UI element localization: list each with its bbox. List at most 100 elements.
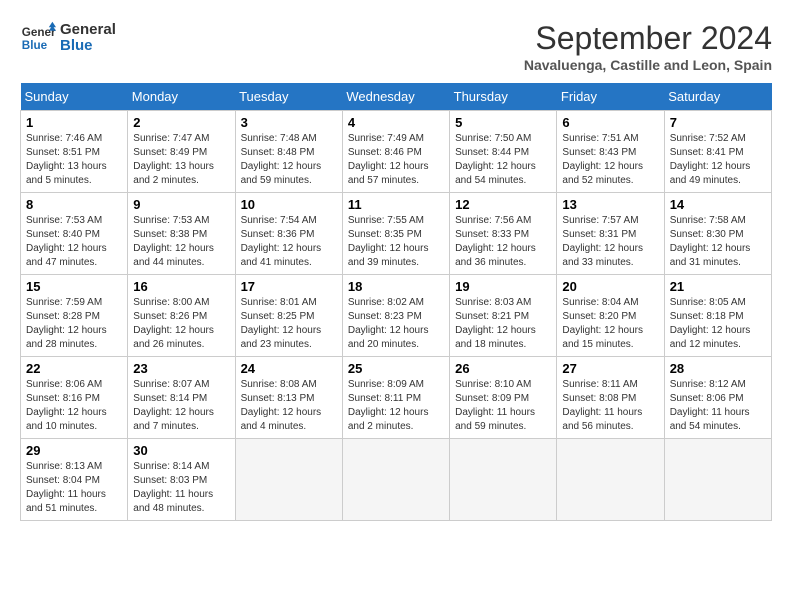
day-detail: Sunrise: 7:53 AMSunset: 8:38 PMDaylight:…: [133, 215, 214, 268]
day-number: 30: [133, 443, 229, 458]
day-detail: Sunrise: 8:04 AMSunset: 8:20 PMDaylight:…: [562, 297, 643, 350]
day-detail: Sunrise: 8:03 AMSunset: 8:21 PMDaylight:…: [455, 297, 536, 350]
logo: General Blue General Blue: [20, 20, 116, 56]
calendar-cell: [450, 439, 557, 521]
day-number: 11: [348, 197, 444, 212]
calendar-cell: [342, 439, 449, 521]
day-detail: Sunrise: 7:54 AMSunset: 8:36 PMDaylight:…: [241, 215, 322, 268]
svg-text:Blue: Blue: [22, 39, 48, 52]
calendar-cell: 30 Sunrise: 8:14 AMSunset: 8:03 PMDaylig…: [128, 439, 235, 521]
calendar-cell: 1 Sunrise: 7:46 AMSunset: 8:51 PMDayligh…: [21, 111, 128, 193]
calendar-cell: 8 Sunrise: 7:53 AMSunset: 8:40 PMDayligh…: [21, 193, 128, 275]
day-detail: Sunrise: 8:00 AMSunset: 8:26 PMDaylight:…: [133, 297, 214, 350]
calendar-cell: 18 Sunrise: 8:02 AMSunset: 8:23 PMDaylig…: [342, 275, 449, 357]
day-header-sunday: Sunday: [21, 83, 128, 111]
day-detail: Sunrise: 8:08 AMSunset: 8:13 PMDaylight:…: [241, 379, 322, 432]
week-row-2: 8 Sunrise: 7:53 AMSunset: 8:40 PMDayligh…: [21, 193, 772, 275]
day-number: 10: [241, 197, 337, 212]
day-header-wednesday: Wednesday: [342, 83, 449, 111]
calendar-cell: 10 Sunrise: 7:54 AMSunset: 8:36 PMDaylig…: [235, 193, 342, 275]
calendar-cell: [664, 439, 771, 521]
calendar-cell: 13 Sunrise: 7:57 AMSunset: 8:31 PMDaylig…: [557, 193, 664, 275]
day-detail: Sunrise: 7:46 AMSunset: 8:51 PMDaylight:…: [26, 133, 107, 186]
calendar-cell: 20 Sunrise: 8:04 AMSunset: 8:20 PMDaylig…: [557, 275, 664, 357]
calendar-cell: 5 Sunrise: 7:50 AMSunset: 8:44 PMDayligh…: [450, 111, 557, 193]
calendar-body: 1 Sunrise: 7:46 AMSunset: 8:51 PMDayligh…: [21, 111, 772, 521]
day-number: 5: [455, 115, 551, 130]
day-header-saturday: Saturday: [664, 83, 771, 111]
day-header-monday: Monday: [128, 83, 235, 111]
day-number: 9: [133, 197, 229, 212]
day-number: 25: [348, 361, 444, 376]
calendar-cell: 3 Sunrise: 7:48 AMSunset: 8:48 PMDayligh…: [235, 111, 342, 193]
calendar-cell: 29 Sunrise: 8:13 AMSunset: 8:04 PMDaylig…: [21, 439, 128, 521]
day-number: 15: [26, 279, 122, 294]
day-number: 14: [670, 197, 766, 212]
day-number: 18: [348, 279, 444, 294]
day-number: 21: [670, 279, 766, 294]
day-number: 2: [133, 115, 229, 130]
title-area: September 2024 Navaluenga, Castille and …: [524, 20, 772, 73]
main-title: September 2024: [524, 20, 772, 57]
calendar-cell: 16 Sunrise: 8:00 AMSunset: 8:26 PMDaylig…: [128, 275, 235, 357]
day-detail: Sunrise: 8:05 AMSunset: 8:18 PMDaylight:…: [670, 297, 751, 350]
calendar-cell: 6 Sunrise: 7:51 AMSunset: 8:43 PMDayligh…: [557, 111, 664, 193]
calendar-cell: 12 Sunrise: 7:56 AMSunset: 8:33 PMDaylig…: [450, 193, 557, 275]
day-detail: Sunrise: 8:02 AMSunset: 8:23 PMDaylight:…: [348, 297, 429, 350]
day-detail: Sunrise: 7:58 AMSunset: 8:30 PMDaylight:…: [670, 215, 751, 268]
day-detail: Sunrise: 8:09 AMSunset: 8:11 PMDaylight:…: [348, 379, 429, 432]
day-detail: Sunrise: 8:01 AMSunset: 8:25 PMDaylight:…: [241, 297, 322, 350]
day-header-tuesday: Tuesday: [235, 83, 342, 111]
day-number: 28: [670, 361, 766, 376]
day-detail: Sunrise: 8:10 AMSunset: 8:09 PMDaylight:…: [455, 379, 535, 432]
day-detail: Sunrise: 8:14 AMSunset: 8:03 PMDaylight:…: [133, 461, 213, 514]
calendar-cell: 11 Sunrise: 7:55 AMSunset: 8:35 PMDaylig…: [342, 193, 449, 275]
day-number: 22: [26, 361, 122, 376]
day-detail: Sunrise: 7:59 AMSunset: 8:28 PMDaylight:…: [26, 297, 107, 350]
calendar-cell: 17 Sunrise: 8:01 AMSunset: 8:25 PMDaylig…: [235, 275, 342, 357]
day-number: 16: [133, 279, 229, 294]
day-detail: Sunrise: 7:50 AMSunset: 8:44 PMDaylight:…: [455, 133, 536, 186]
day-number: 29: [26, 443, 122, 458]
calendar-cell: 19 Sunrise: 8:03 AMSunset: 8:21 PMDaylig…: [450, 275, 557, 357]
day-detail: Sunrise: 7:53 AMSunset: 8:40 PMDaylight:…: [26, 215, 107, 268]
day-detail: Sunrise: 8:12 AMSunset: 8:06 PMDaylight:…: [670, 379, 750, 432]
calendar-table: SundayMondayTuesdayWednesdayThursdayFrid…: [20, 83, 772, 521]
calendar-cell: 27 Sunrise: 8:11 AMSunset: 8:08 PMDaylig…: [557, 357, 664, 439]
day-detail: Sunrise: 7:47 AMSunset: 8:49 PMDaylight:…: [133, 133, 214, 186]
calendar-cell: 26 Sunrise: 8:10 AMSunset: 8:09 PMDaylig…: [450, 357, 557, 439]
days-header-row: SundayMondayTuesdayWednesdayThursdayFrid…: [21, 83, 772, 111]
calendar-cell: [557, 439, 664, 521]
day-number: 3: [241, 115, 337, 130]
logo-icon: General Blue: [20, 20, 56, 56]
day-number: 7: [670, 115, 766, 130]
calendar-cell: 28 Sunrise: 8:12 AMSunset: 8:06 PMDaylig…: [664, 357, 771, 439]
day-detail: Sunrise: 7:49 AMSunset: 8:46 PMDaylight:…: [348, 133, 429, 186]
day-detail: Sunrise: 7:52 AMSunset: 8:41 PMDaylight:…: [670, 133, 751, 186]
day-detail: Sunrise: 8:06 AMSunset: 8:16 PMDaylight:…: [26, 379, 107, 432]
day-detail: Sunrise: 8:07 AMSunset: 8:14 PMDaylight:…: [133, 379, 214, 432]
day-detail: Sunrise: 7:57 AMSunset: 8:31 PMDaylight:…: [562, 215, 643, 268]
subtitle: Navaluenga, Castille and Leon, Spain: [524, 57, 772, 73]
day-header-friday: Friday: [557, 83, 664, 111]
week-row-5: 29 Sunrise: 8:13 AMSunset: 8:04 PMDaylig…: [21, 439, 772, 521]
day-number: 12: [455, 197, 551, 212]
day-number: 23: [133, 361, 229, 376]
calendar-cell: 24 Sunrise: 8:08 AMSunset: 8:13 PMDaylig…: [235, 357, 342, 439]
day-number: 24: [241, 361, 337, 376]
week-row-3: 15 Sunrise: 7:59 AMSunset: 8:28 PMDaylig…: [21, 275, 772, 357]
day-detail: Sunrise: 7:55 AMSunset: 8:35 PMDaylight:…: [348, 215, 429, 268]
day-detail: Sunrise: 7:56 AMSunset: 8:33 PMDaylight:…: [455, 215, 536, 268]
day-number: 26: [455, 361, 551, 376]
calendar-cell: [235, 439, 342, 521]
calendar-cell: 23 Sunrise: 8:07 AMSunset: 8:14 PMDaylig…: [128, 357, 235, 439]
day-detail: Sunrise: 8:13 AMSunset: 8:04 PMDaylight:…: [26, 461, 106, 514]
day-number: 17: [241, 279, 337, 294]
week-row-1: 1 Sunrise: 7:46 AMSunset: 8:51 PMDayligh…: [21, 111, 772, 193]
calendar-cell: 7 Sunrise: 7:52 AMSunset: 8:41 PMDayligh…: [664, 111, 771, 193]
calendar-cell: 22 Sunrise: 8:06 AMSunset: 8:16 PMDaylig…: [21, 357, 128, 439]
day-number: 19: [455, 279, 551, 294]
day-detail: Sunrise: 8:11 AMSunset: 8:08 PMDaylight:…: [562, 379, 642, 432]
day-detail: Sunrise: 7:51 AMSunset: 8:43 PMDaylight:…: [562, 133, 643, 186]
calendar-cell: 15 Sunrise: 7:59 AMSunset: 8:28 PMDaylig…: [21, 275, 128, 357]
